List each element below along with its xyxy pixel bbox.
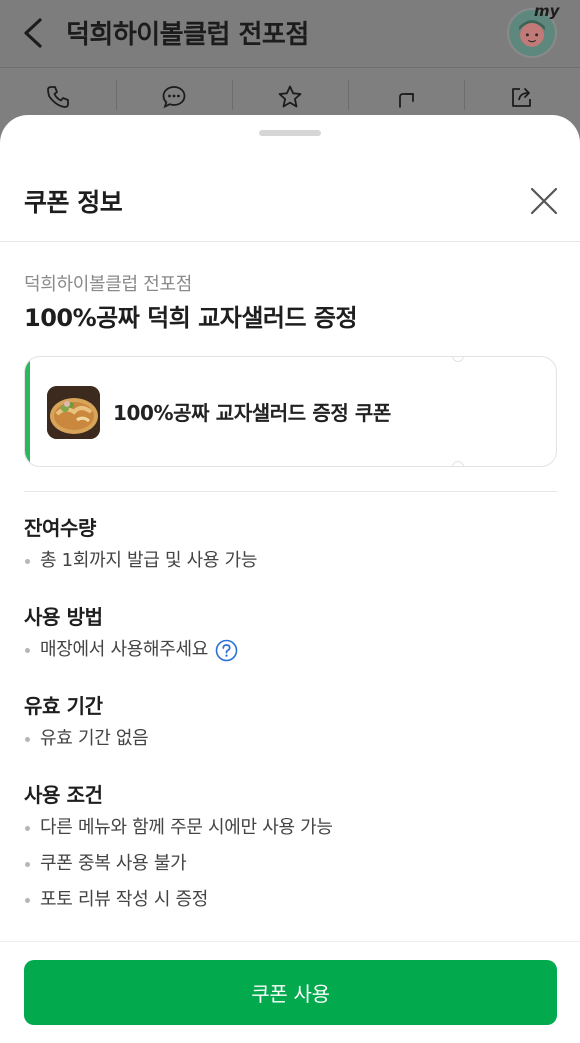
- section-validity-period: 유효 기간 유효 기간 없음: [24, 691, 149, 757]
- close-icon[interactable]: [528, 185, 560, 217]
- phone-icon: [47, 86, 69, 108]
- coupon-name: 100%공짜 교자샐러드 증정 쿠폰: [113, 401, 391, 425]
- directions-icon: [399, 93, 414, 108]
- list-item-text: 쿠폰 중복 사용 불가: [40, 853, 187, 874]
- list-item-text: 매장에서 사용해주세요: [40, 639, 209, 660]
- share-icon: [512, 88, 531, 107]
- list-item: 매장에서 사용해주세요: [24, 632, 238, 668]
- back-arrow-icon[interactable]: [20, 16, 48, 50]
- coupon-title: 100%공짜 덕희 교자샐러드 증정: [24, 304, 358, 332]
- sheet-drag-handle[interactable]: [259, 130, 321, 136]
- list-item-text: 다른 메뉴와 함께 주문 시에만 사용 가능: [40, 817, 333, 838]
- section-remaining-quantity: 잔여수량 총 1회까지 발급 및 사용 가능: [24, 513, 257, 579]
- coupon-accent-bar: [25, 357, 30, 466]
- divider: [0, 241, 580, 242]
- list-item: 총 1회까지 발급 및 사용 가능: [24, 543, 257, 579]
- my-label: my: [534, 2, 560, 20]
- section-title: 사용 조건: [24, 783, 103, 807]
- sheet-title: 쿠폰 정보: [24, 188, 123, 217]
- coupon-notch-bottom: [452, 461, 464, 466]
- place-title: 덕희하이볼클럽 전포점: [66, 20, 309, 50]
- section-usage-conditions: 사용 조건 다른 메뉴와 함께 주문 시에만 사용 가능 쿠폰 중복 사용 불가…: [24, 780, 333, 918]
- coupon-food-image: [47, 386, 100, 439]
- list-item-text: 총 1회까지 발급 및 사용 가능: [40, 550, 258, 571]
- list-item-text: 유효 기간 없음: [40, 728, 149, 749]
- coupon-info-sheet: 쿠폰 정보 덕희하이볼클럽 전포점 100%공짜 덕희 교자샐러드 증정 100…: [0, 115, 580, 1043]
- coupon-notch-top: [452, 357, 464, 362]
- background-header: 덕희하이볼클럽 전포점 my: [0, 0, 580, 68]
- divider: [24, 491, 557, 492]
- star-icon: [278, 85, 302, 108]
- list-item: 유효 기간 없음: [24, 721, 149, 757]
- chat-icon: [162, 86, 186, 109]
- help-icon[interactable]: [215, 639, 238, 662]
- section-title: 사용 방법: [24, 605, 103, 629]
- list-item-text: 포토 리뷰 작성 시 증정: [40, 889, 209, 910]
- list-item: 다른 메뉴와 함께 주문 시에만 사용 가능: [24, 810, 333, 846]
- section-title: 잔여수량: [24, 516, 96, 540]
- use-coupon-button[interactable]: 쿠폰 사용: [24, 960, 557, 1025]
- coupon-card[interactable]: 100%공짜 교자샐러드 증정 쿠폰: [24, 356, 557, 467]
- list-item: 포토 리뷰 작성 시 증정: [24, 882, 333, 918]
- section-usage-method: 사용 방법 매장에서 사용해주세요: [24, 602, 238, 668]
- section-title: 유효 기간: [24, 694, 103, 718]
- divider: [0, 941, 580, 942]
- list-item: 쿠폰 중복 사용 불가: [24, 846, 333, 882]
- store-name: 덕희하이볼클럽 전포점: [24, 274, 193, 295]
